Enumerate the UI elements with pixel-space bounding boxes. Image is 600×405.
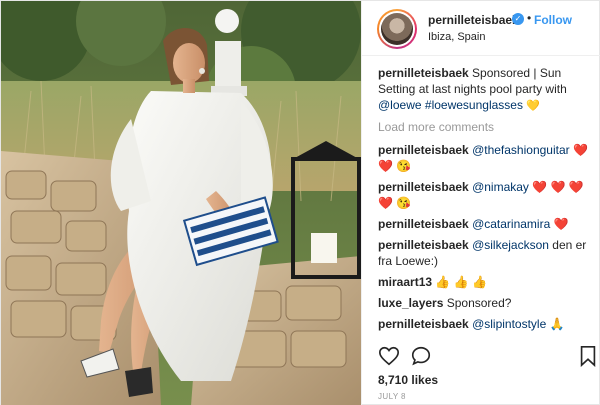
post-side-panel: pernilleteisbaek ✓ • Follow Ibiza, Spain… — [361, 1, 600, 405]
caption-emoji: 💛 — [526, 100, 540, 112]
post-photo[interactable] — [1, 1, 361, 405]
comment-row: miraart13 👍 👍 👍 — [378, 274, 596, 290]
location-link[interactable]: Ibiza, Spain — [428, 31, 485, 43]
comment-mention[interactable]: @nimakay — [472, 180, 529, 194]
heart-outline-icon[interactable] — [378, 345, 400, 372]
comment-username[interactable]: pernilleteisbaek — [378, 317, 469, 331]
bookmark-icon[interactable] — [578, 345, 598, 372]
comments-list[interactable]: pernilleteisbaek Sponsored | Sun Setting… — [378, 65, 596, 333]
avatar[interactable] — [377, 9, 417, 49]
comment-row: pernilleteisbaek @thefashionguitar ❤️ ❤️… — [378, 142, 596, 174]
caption-mention[interactable]: @loewe — [378, 98, 422, 112]
comment-text: 🙏 — [546, 317, 565, 331]
comment-username[interactable]: pernilleteisbaek — [378, 217, 469, 231]
load-more-comments-button[interactable]: Load more comments — [378, 119, 596, 135]
comment-text: Sponsored? — [446, 296, 512, 310]
likes-count[interactable]: 8,710 likes — [378, 373, 438, 387]
comment-text: 👍 👍 👍 — [435, 275, 487, 289]
comment-row: pernilleteisbaek @nimakay ❤️ ❤️ ❤️ ❤️ 😘 — [378, 179, 596, 211]
comment-mention[interactable]: @catarinamira — [472, 217, 550, 231]
comment-mention[interactable]: @thefashionguitar — [472, 143, 570, 157]
verified-badge-icon: ✓ — [512, 13, 524, 25]
comment-bubble-icon[interactable] — [410, 345, 432, 372]
caption: pernilleteisbaek Sponsored | Sun Setting… — [378, 65, 596, 114]
comment-username[interactable]: pernilleteisbaek — [378, 180, 469, 194]
comment-mention[interactable]: @silkejackson — [472, 238, 549, 252]
post-date[interactable]: JULY 8 — [378, 392, 406, 401]
comment-username[interactable]: miraart13 — [378, 275, 432, 289]
separator-dot: • — [527, 11, 532, 25]
comment-rows: pernilleteisbaek @thefashionguitar ❤️ ❤️… — [378, 142, 596, 333]
comment-username[interactable]: luxe_layers — [378, 296, 443, 310]
follow-button[interactable]: Follow — [534, 13, 572, 27]
instagram-post: pernilleteisbaek ✓ • Follow Ibiza, Spain… — [0, 0, 600, 405]
post-header: pernilleteisbaek ✓ • Follow Ibiza, Spain — [362, 1, 600, 56]
comment-row: luxe_layers Sponsored? — [378, 295, 596, 311]
action-bar — [378, 345, 596, 369]
comment-text: ❤️ — [550, 217, 569, 231]
caption-hashtag[interactable]: #loewesunglasses — [425, 98, 523, 112]
comment-username[interactable]: pernilleteisbaek — [378, 238, 469, 252]
comment-row: pernilleteisbaek @catarinamira ❤️ — [378, 216, 596, 232]
caption-username[interactable]: pernilleteisbaek — [378, 66, 469, 80]
comment-row: pernilleteisbaek @silkejackson den er fr… — [378, 237, 596, 269]
comment-row: pernilleteisbaek @slipintostyle 🙏 — [378, 316, 596, 332]
comment-username[interactable]: pernilleteisbaek — [378, 143, 469, 157]
comment-mention[interactable]: @slipintostyle — [472, 317, 546, 331]
header-username[interactable]: pernilleteisbaek — [428, 13, 519, 27]
photo-illustration — [1, 1, 361, 405]
